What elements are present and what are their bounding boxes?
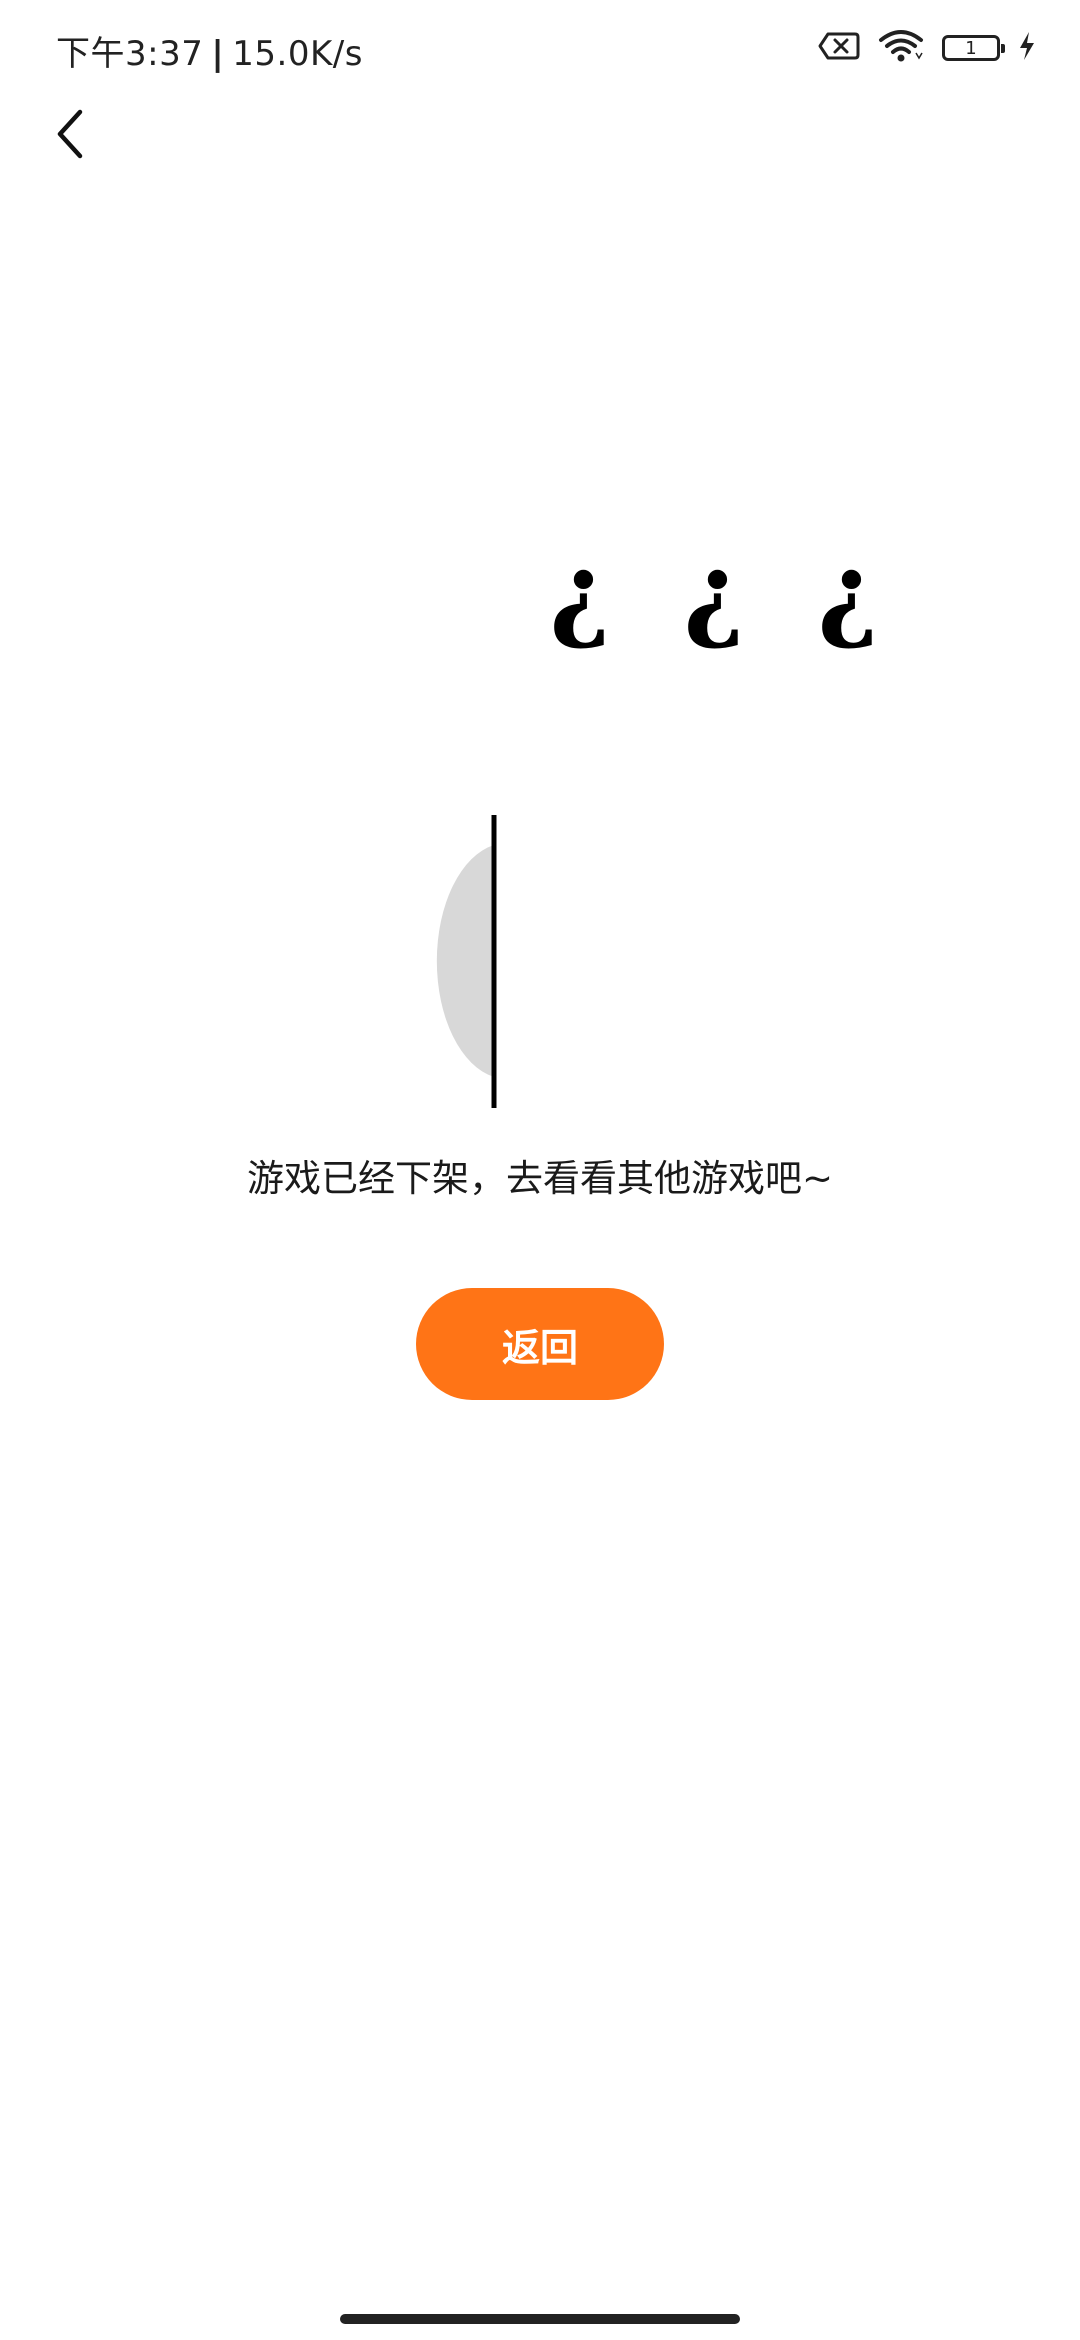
home-indicator[interactable] [340,2314,740,2324]
status-network-speed: 15.0K/s [232,34,363,74]
wifi-icon [878,29,924,67]
question-mark-glyph: ¿ [684,530,745,653]
sim-x-icon [818,31,860,65]
question-mark-glyph: ¿ [818,530,879,653]
battery-icon: 1 [942,35,1005,61]
chevron-left-icon [53,108,87,164]
empty-state-illustration: ¿ ¿ ¿ [436,530,879,1108]
charging-bolt-icon [1018,31,1036,65]
question-mark-glyph: ¿ [550,530,611,653]
status-icons: 1 [818,28,1036,68]
status-time: 下午3:37 [56,34,204,74]
status-left: 下午3:37 | 15.0K/s [56,26,363,75]
half-circle-shape [436,845,494,1077]
empty-state-message: 游戏已经下架，去看看其他游戏吧~ [246,1157,833,1200]
back-button[interactable] [40,100,100,172]
screen: 下午3:37 | 15.0K/s 1 ¿ ¿ ¿ 游戏已经下架，去看看其他游戏吧… [0,0,1080,2340]
return-button[interactable]: 返回 [416,1288,664,1400]
status-separator: | [211,34,225,74]
status-bar: 下午3:37 | 15.0K/s 1 [0,0,1080,96]
battery-level: 1 [965,37,977,59]
